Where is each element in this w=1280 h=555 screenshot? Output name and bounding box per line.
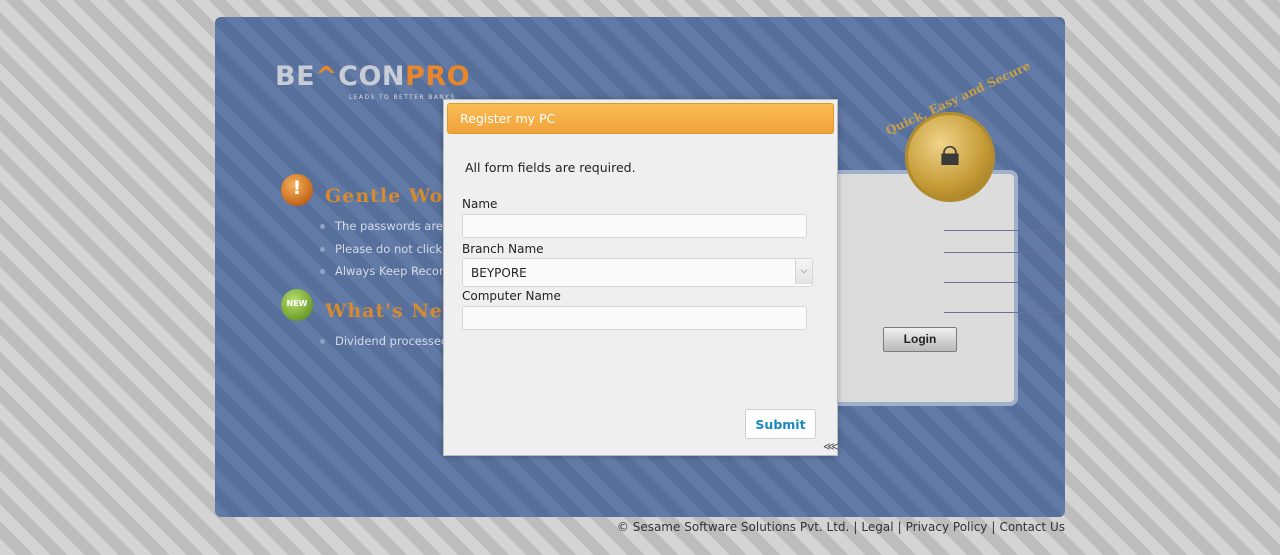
caret-logo-icon: ^ [315,61,339,92]
privacy-policy-link[interactable]: Privacy Policy [906,520,988,534]
branch-name-value: BEYPORE [471,266,527,280]
whats-new-title: What's New [325,300,461,322]
copyright-text: © Sesame Software Solutions Pvt. Ltd. [616,520,850,534]
branch-name-label: Branch Name [462,242,544,256]
logo-be: BE [275,61,316,92]
computer-name-label: Computer Name [462,289,561,303]
padlock-icon: 🔒︎ [905,112,995,202]
username-field-line[interactable] [944,230,1065,231]
computer-name-input[interactable] [462,306,807,330]
list-item: Dividend processed f [320,334,456,348]
dialog-header[interactable]: Register my PC [447,103,834,134]
password-field-line[interactable] [944,282,1065,283]
list-item: Always Keep Records [320,264,457,278]
login-button[interactable]: Login [883,327,957,352]
submit-button[interactable]: Submit [745,409,816,439]
register-pc-dialog: Register my PC All form fields are requi… [443,99,839,456]
name-input[interactable] [462,214,807,238]
legal-link[interactable]: Legal [861,520,893,534]
list-item: The passwords are c [320,219,453,233]
new-badge-icon: NEW [281,289,313,321]
exclamation-icon: ! [281,174,313,206]
required-note: All form fields are required. [465,160,636,175]
logo-con: CON [338,61,406,92]
logo-tagline: LEADS TO BETTER BANKS [349,94,456,101]
logo-pro: PRO [405,61,471,92]
dialog-title: Register my PC [460,111,556,126]
footer: © Sesame Software Solutions Pvt. Ltd. | Le… [616,520,1065,534]
list-item: Please do not click o [320,242,453,256]
contact-us-link[interactable]: Contact Us [999,520,1065,534]
field-line [944,252,1065,253]
name-label: Name [462,197,498,211]
login-box [830,170,1065,406]
branch-name-select[interactable]: BEYPORE ⌵ [462,258,813,287]
chevron-down-icon[interactable]: ⌵ [795,259,812,284]
resize-grip-icon[interactable]: ⋘ [823,441,839,453]
field-line [944,312,1065,313]
